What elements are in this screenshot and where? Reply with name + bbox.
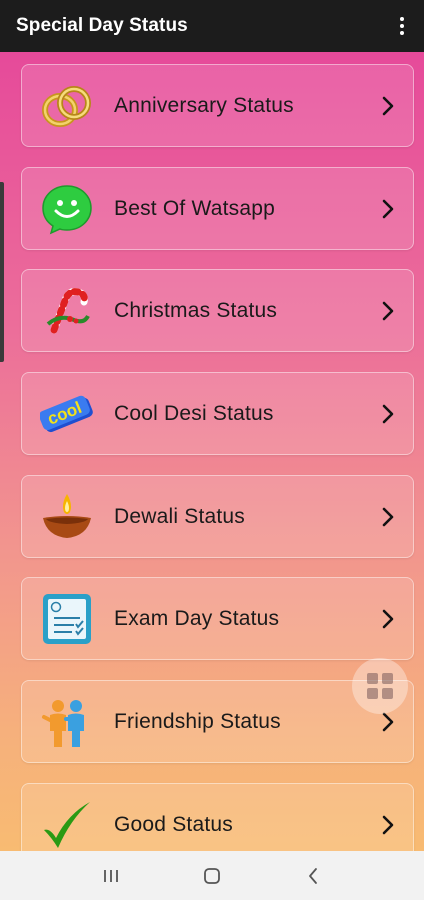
diya-lamp-icon (43, 494, 91, 538)
list-item-label: Dewali Status (114, 504, 245, 528)
checkmark-icon (44, 802, 90, 848)
status-category-list[interactable]: Anniversary Status Best Of Watsapp Chris… (0, 52, 424, 851)
list-item-label: Anniversary Status (114, 93, 294, 117)
list-item-label: Cool Desi Status (114, 401, 274, 425)
home-icon[interactable] (192, 861, 232, 891)
list-item-anniversary[interactable]: Anniversary Status (21, 64, 414, 147)
chevron-right-icon (382, 609, 394, 629)
chevron-right-icon (382, 199, 394, 219)
chevron-right-icon (382, 96, 394, 116)
back-icon[interactable] (293, 861, 333, 891)
friends-icon (42, 700, 84, 747)
list-item-label: Friendship Status (114, 709, 281, 733)
grid-menu-button[interactable] (352, 658, 408, 714)
app-bar: Special Day Status (0, 0, 424, 52)
list-item-label: Good Status (114, 812, 233, 836)
grid-icon (367, 673, 378, 684)
system-nav-bar (0, 851, 424, 900)
list-item-good[interactable]: Good Status (21, 783, 414, 851)
list-item-cool-desi[interactable]: cool Cool Desi Status (21, 372, 414, 455)
list-item-label: Best Of Watsapp (114, 196, 275, 220)
list-item-exam-day[interactable]: Exam Day Status (21, 577, 414, 660)
list-item-label: Exam Day Status (114, 606, 280, 630)
list-item-label: Christmas Status (114, 298, 278, 322)
recent-apps-icon[interactable] (91, 861, 131, 891)
list-item-dewali[interactable]: Dewali Status (21, 475, 414, 558)
overflow-menu-icon[interactable] (392, 14, 412, 38)
list-item-christmas[interactable]: Christmas Status (21, 269, 414, 352)
edge-panel-handle[interactable] (0, 182, 4, 362)
candy-cane-icon (46, 288, 90, 334)
chevron-right-icon (382, 712, 394, 732)
checklist-icon (43, 594, 91, 644)
chevron-right-icon (382, 404, 394, 424)
app-title: Special Day Status (16, 15, 188, 36)
chevron-right-icon (382, 301, 394, 321)
list-item-best-of-watsapp[interactable]: Best Of Watsapp (21, 167, 414, 250)
rings-icon (42, 86, 91, 127)
chevron-right-icon (382, 815, 394, 835)
cool-text-icon: cool (40, 395, 93, 433)
chevron-right-icon (382, 507, 394, 527)
whatsapp-smile-icon (42, 185, 92, 235)
